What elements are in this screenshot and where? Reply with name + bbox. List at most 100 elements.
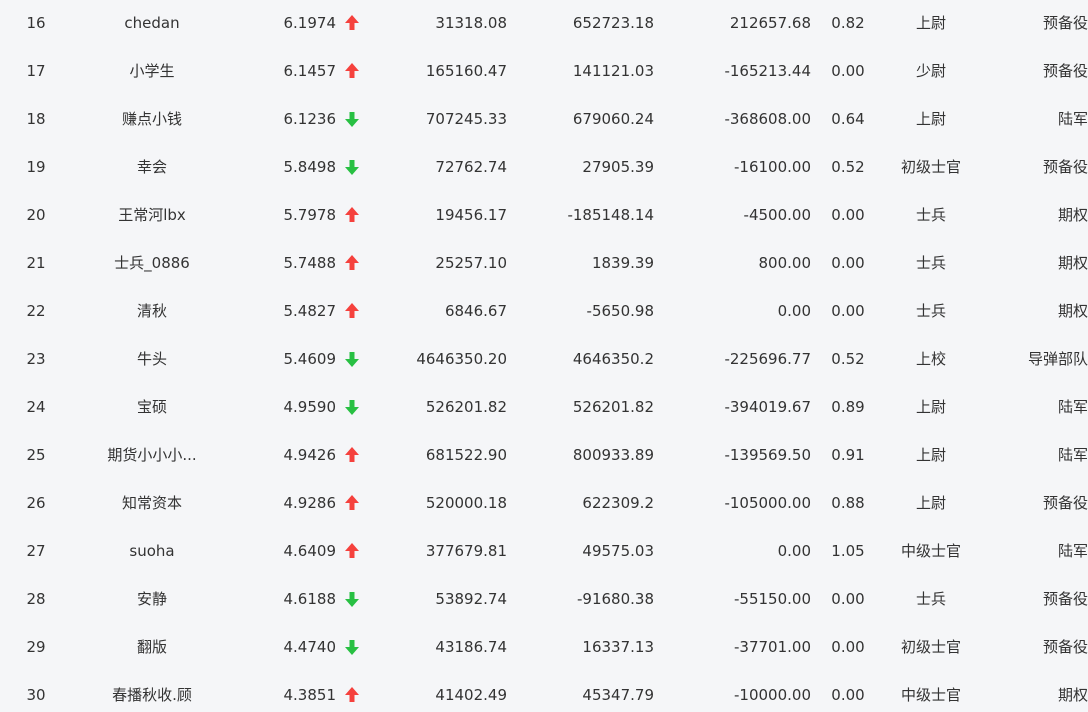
group-label: 预备役 bbox=[1042, 14, 1088, 32]
score-value: 6.1236 bbox=[283, 110, 337, 128]
value-a: 4646350.20 bbox=[416, 350, 507, 368]
group-label: 导弹部队 bbox=[1027, 350, 1088, 368]
value-a: 43186.74 bbox=[435, 638, 507, 656]
value-c: -105000.00 bbox=[724, 494, 811, 512]
ratio-value: 0.00 bbox=[831, 638, 865, 656]
military-rank: 士兵 bbox=[915, 590, 946, 608]
value-b: 652723.18 bbox=[572, 14, 654, 32]
trader-name: suoha bbox=[129, 542, 175, 560]
arrow-up-icon bbox=[343, 527, 363, 575]
arrow-down-icon bbox=[343, 143, 363, 191]
table-row[interactable]: 29 翻版 4.4740 43186.74 16337.13 -37701.00 0.00 初… bbox=[0, 623, 1088, 671]
military-rank: 士兵 bbox=[915, 254, 946, 272]
arrow-down-icon bbox=[343, 383, 363, 431]
military-rank: 上校 bbox=[915, 350, 946, 368]
group-label: 预备役 bbox=[1042, 590, 1088, 608]
arrow-up-icon bbox=[343, 671, 363, 712]
rank-cell: 22 bbox=[26, 302, 46, 320]
table-row[interactable]: 19 幸会 5.8498 72762.74 27905.39 -16100.00 0.52 初… bbox=[0, 143, 1088, 191]
score-value: 4.6188 bbox=[283, 590, 337, 608]
ratio-value: 0.00 bbox=[831, 62, 865, 80]
arrow-down-icon bbox=[343, 575, 363, 623]
arrow-up-icon bbox=[343, 191, 363, 239]
military-rank: 初级士官 bbox=[900, 158, 961, 176]
rank-cell: 25 bbox=[26, 446, 46, 464]
ratio-value: 0.00 bbox=[831, 686, 865, 704]
table-row[interactable]: 18 赚点小钱 6.1236 707245.33 679060.24 -368608.00… bbox=[0, 95, 1088, 143]
value-c: -225696.77 bbox=[724, 350, 811, 368]
ratio-value: 0.00 bbox=[831, 590, 865, 608]
military-rank: 上尉 bbox=[915, 494, 946, 512]
arrow-down-icon bbox=[343, 335, 363, 383]
ratio-value: 0.82 bbox=[831, 14, 865, 32]
value-b: -91680.38 bbox=[577, 590, 654, 608]
group-label: 预备役 bbox=[1042, 494, 1088, 512]
score-value: 4.9590 bbox=[283, 398, 337, 416]
score-value: 5.4827 bbox=[283, 302, 337, 320]
group-label: 预备役 bbox=[1042, 62, 1088, 80]
table-row[interactable]: 20 王常河lbx 5.7978 19456.17 -185148.14 -4500.00… bbox=[0, 191, 1088, 239]
value-b: -185148.14 bbox=[567, 206, 654, 224]
arrow-up-icon bbox=[343, 0, 363, 47]
table-row[interactable]: 21 士兵_0886 5.7488 25257.10 1839.39 800.00 0.00… bbox=[0, 239, 1088, 287]
rank-cell: 30 bbox=[26, 686, 46, 704]
value-b: 45347.79 bbox=[582, 686, 654, 704]
value-b: 49575.03 bbox=[582, 542, 654, 560]
table-row[interactable]: 16 chedan 6.1974 31318.08 652723.18 212657.68… bbox=[0, 0, 1088, 47]
value-b: 4646350.2 bbox=[572, 350, 654, 368]
value-a: 53892.74 bbox=[435, 590, 507, 608]
table-row[interactable]: 25 期货小小小... 4.9426 681522.90 800933.89 -13956… bbox=[0, 431, 1088, 479]
value-a: 41402.49 bbox=[435, 686, 507, 704]
trader-name: 小学生 bbox=[129, 62, 175, 80]
ratio-value: 0.64 bbox=[831, 110, 865, 128]
trader-name: 清秋 bbox=[136, 302, 167, 320]
score-value: 4.9426 bbox=[283, 446, 337, 464]
group-label: 陆军 bbox=[1057, 542, 1088, 560]
value-c: -165213.44 bbox=[724, 62, 811, 80]
rank-cell: 21 bbox=[26, 254, 46, 272]
value-b: 622309.2 bbox=[582, 494, 654, 512]
table-row[interactable]: 17 小学生 6.1457 165160.47 141121.03 -165213.44 0… bbox=[0, 47, 1088, 95]
ranking-table: 16 chedan 6.1974 31318.08 652723.18 212657.68… bbox=[0, 0, 1088, 712]
table-row[interactable]: 30 春播秋收.顾 4.3851 41402.49 45347.79 -10000.00 0… bbox=[0, 671, 1088, 712]
trader-name: 春播秋收.顾 bbox=[112, 686, 192, 704]
table-row[interactable]: 26 知常资本 4.9286 520000.18 622309.2 -105000.00 0… bbox=[0, 479, 1088, 527]
value-a: 520000.18 bbox=[425, 494, 507, 512]
value-c: -37701.00 bbox=[734, 638, 811, 656]
table-row[interactable]: 24 宝硕 4.9590 526201.82 526201.82 -394019.67 0.… bbox=[0, 383, 1088, 431]
military-rank: 上尉 bbox=[915, 446, 946, 464]
military-rank: 中级士官 bbox=[900, 542, 961, 560]
trader-name: 士兵_0886 bbox=[114, 254, 190, 272]
value-c: 800.00 bbox=[758, 254, 812, 272]
ratio-value: 0.88 bbox=[831, 494, 865, 512]
trader-name: 知常资本 bbox=[121, 494, 182, 512]
value-a: 72762.74 bbox=[435, 158, 507, 176]
trader-name: 宝硕 bbox=[136, 398, 167, 416]
value-a: 377679.81 bbox=[425, 542, 507, 560]
score-value: 5.7488 bbox=[283, 254, 337, 272]
military-rank: 上尉 bbox=[915, 398, 946, 416]
score-value: 4.6409 bbox=[283, 542, 337, 560]
value-c: -4500.00 bbox=[743, 206, 811, 224]
value-b: 1839.39 bbox=[591, 254, 654, 272]
value-a: 25257.10 bbox=[435, 254, 507, 272]
trader-name: 牛头 bbox=[136, 350, 167, 368]
group-label: 陆军 bbox=[1057, 446, 1088, 464]
score-value: 5.8498 bbox=[283, 158, 337, 176]
trader-name: 王常河lbx bbox=[118, 206, 186, 224]
military-rank: 少尉 bbox=[915, 62, 946, 80]
rank-cell: 19 bbox=[26, 158, 46, 176]
trader-name: 幸会 bbox=[136, 158, 167, 176]
ratio-value: 1.05 bbox=[831, 542, 865, 560]
value-c: -16100.00 bbox=[734, 158, 811, 176]
table-row[interactable]: 22 清秋 5.4827 6846.67 -5650.98 0.00 0.00 士兵 期权 bbox=[0, 287, 1088, 335]
ratio-value: 0.00 bbox=[831, 254, 865, 272]
score-value: 5.7978 bbox=[283, 206, 337, 224]
table-row[interactable]: 28 安静 4.6188 53892.74 -91680.38 -55150.00 0.00… bbox=[0, 575, 1088, 623]
table-row[interactable]: 23 牛头 5.4609 4646350.20 4646350.2 -225696.77 0… bbox=[0, 335, 1088, 383]
score-value: 6.1457 bbox=[283, 62, 337, 80]
table-row[interactable]: 27 suoha 4.6409 377679.81 49575.03 0.00 1.05 中级… bbox=[0, 527, 1088, 575]
score-value: 4.9286 bbox=[283, 494, 337, 512]
group-label: 期权 bbox=[1057, 686, 1088, 704]
value-a: 19456.17 bbox=[435, 206, 507, 224]
